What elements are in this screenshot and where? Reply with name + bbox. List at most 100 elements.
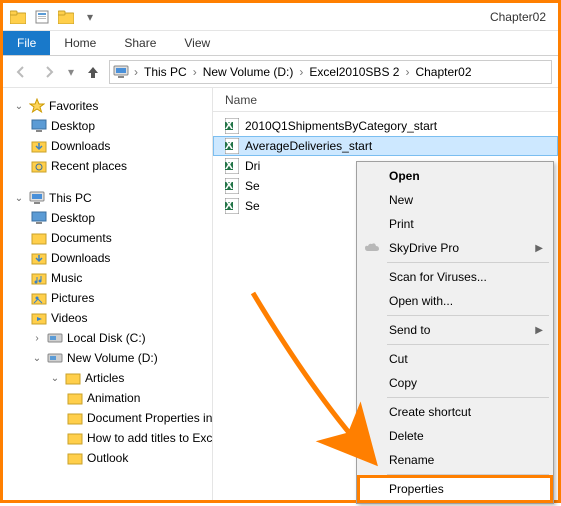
tab-file[interactable]: File: [3, 31, 50, 55]
desktop-icon: [31, 211, 47, 225]
tree-item-folder[interactable]: Animation: [7, 388, 208, 408]
collapse-icon[interactable]: ⌄: [13, 101, 25, 112]
chevron-down-icon[interactable]: ▾: [79, 6, 101, 28]
tree-item-local-disk[interactable]: ›Local Disk (C:): [7, 328, 208, 348]
tree-item-folder[interactable]: Outlook: [7, 448, 208, 468]
tree-label: Animation: [87, 391, 140, 405]
menu-separator: [387, 262, 549, 263]
tree-label: Downloads: [51, 139, 110, 153]
tree-item-new-volume[interactable]: ⌄New Volume (D:): [7, 348, 208, 368]
svg-text:X: X: [225, 138, 233, 152]
tree-item-recent[interactable]: Recent places: [7, 156, 208, 176]
back-button[interactable]: [9, 60, 33, 84]
navigation-pane: ⌄ Favorites Desktop Downloads Recent pla…: [3, 88, 213, 500]
breadcrumb-segment[interactable]: New Volume (D:): [199, 65, 298, 79]
column-name[interactable]: Name: [225, 93, 257, 107]
file-row[interactable]: X AverageDeliveries_start: [213, 136, 558, 156]
tree-label: Document Properties in Excel: [87, 411, 213, 425]
new-folder-icon[interactable]: [55, 6, 77, 28]
folder-icon: [67, 451, 83, 465]
submenu-arrow-icon: ▶: [535, 243, 543, 254]
tree-label: Desktop: [51, 211, 95, 225]
folder-icon: [31, 231, 47, 245]
computer-icon: [112, 63, 130, 81]
menu-new[interactable]: New: [359, 188, 551, 212]
menubar: File Home Share View: [3, 31, 558, 56]
downloads-icon: [31, 139, 47, 153]
chevron-right-icon[interactable]: ›: [191, 65, 199, 79]
menu-sendto[interactable]: Send to▶: [359, 318, 551, 342]
collapse-icon[interactable]: ⌄: [31, 353, 43, 364]
menu-separator: [387, 315, 549, 316]
drive-icon: [47, 352, 63, 364]
up-button[interactable]: [81, 60, 105, 84]
tree-item-downloads[interactable]: Downloads: [7, 136, 208, 156]
menu-scan[interactable]: Scan for Viruses...: [359, 265, 551, 289]
collapse-icon[interactable]: ⌄: [49, 373, 61, 384]
menu-skydrive[interactable]: SkyDrive Pro ▶: [359, 236, 551, 260]
file-row[interactable]: X 2010Q1ShipmentsByCategory_start: [213, 116, 558, 136]
tab-view[interactable]: View: [170, 31, 224, 55]
file-name: Se: [245, 199, 273, 213]
tree-item-folder[interactable]: How to add titles to Excel charts: [7, 428, 208, 448]
tree-label: Music: [51, 271, 82, 285]
tree-item-music[interactable]: Music: [7, 268, 208, 288]
menu-openwith[interactable]: Open with...: [359, 289, 551, 313]
menu-rename[interactable]: Rename: [359, 448, 551, 472]
expand-icon[interactable]: ›: [31, 333, 43, 344]
breadcrumb-segment[interactable]: Chapter02: [411, 65, 475, 79]
properties-icon[interactable]: [31, 6, 53, 28]
computer-icon: [29, 191, 45, 205]
tree-item-videos[interactable]: Videos: [7, 308, 208, 328]
tree-thispc[interactable]: ⌄ This PC: [7, 188, 208, 208]
chevron-right-icon[interactable]: ›: [297, 65, 305, 79]
breadcrumb-segment[interactable]: This PC: [140, 65, 191, 79]
menu-delete[interactable]: Delete: [359, 424, 551, 448]
chevron-right-icon[interactable]: ›: [132, 65, 140, 79]
chevron-right-icon[interactable]: ›: [403, 65, 411, 79]
tree-label: Documents: [51, 231, 112, 245]
tree-item-downloads[interactable]: Downloads: [7, 248, 208, 268]
menu-copy[interactable]: Copy: [359, 371, 551, 395]
tab-home[interactable]: Home: [50, 31, 110, 55]
menu-label: SkyDrive Pro: [389, 241, 459, 255]
tree-favorites[interactable]: ⌄ Favorites: [7, 96, 208, 116]
forward-button[interactable]: [37, 60, 61, 84]
folder-icon: [67, 411, 83, 425]
tree-item-folder[interactable]: Document Properties in Excel: [7, 408, 208, 428]
tree-item-documents[interactable]: Documents: [7, 228, 208, 248]
menu-cut[interactable]: Cut: [359, 347, 551, 371]
menu-label: Open with...: [389, 294, 453, 308]
recent-dropdown[interactable]: ▾: [65, 60, 77, 84]
excel-icon: X: [225, 178, 239, 194]
excel-icon: X: [225, 138, 239, 154]
tree-item-articles[interactable]: ⌄Articles: [7, 368, 208, 388]
folder-icon: [67, 391, 83, 405]
menu-print[interactable]: Print: [359, 212, 551, 236]
menu-shortcut[interactable]: Create shortcut: [359, 400, 551, 424]
tree-label: Outlook: [87, 451, 128, 465]
menu-label: Properties: [389, 482, 444, 496]
folder-icon: [65, 371, 81, 385]
breadcrumb[interactable]: › This PC › New Volume (D:) › Excel2010S…: [109, 60, 552, 84]
tree-label: Downloads: [51, 251, 110, 265]
breadcrumb-segment[interactable]: Excel2010SBS 2: [305, 65, 403, 79]
menu-properties[interactable]: Properties: [359, 477, 551, 501]
folder-icon: [7, 6, 29, 28]
downloads-icon: [31, 251, 47, 265]
titlebar: ▾ Chapter02: [3, 3, 558, 31]
tree-item-desktop[interactable]: Desktop: [7, 116, 208, 136]
menu-label: New: [389, 193, 413, 207]
menu-open[interactable]: Open: [359, 164, 551, 188]
file-name: Dri: [245, 159, 273, 173]
tree-item-pictures[interactable]: Pictures: [7, 288, 208, 308]
tree-label: Pictures: [51, 291, 94, 305]
tree-item-desktop[interactable]: Desktop: [7, 208, 208, 228]
menu-separator: [387, 397, 549, 398]
tab-share[interactable]: Share: [110, 31, 170, 55]
menu-label: Create shortcut: [389, 405, 471, 419]
column-header[interactable]: Name: [213, 88, 558, 112]
folder-icon: [67, 431, 83, 445]
collapse-icon[interactable]: ⌄: [13, 193, 25, 204]
menu-label: Open: [389, 169, 420, 183]
